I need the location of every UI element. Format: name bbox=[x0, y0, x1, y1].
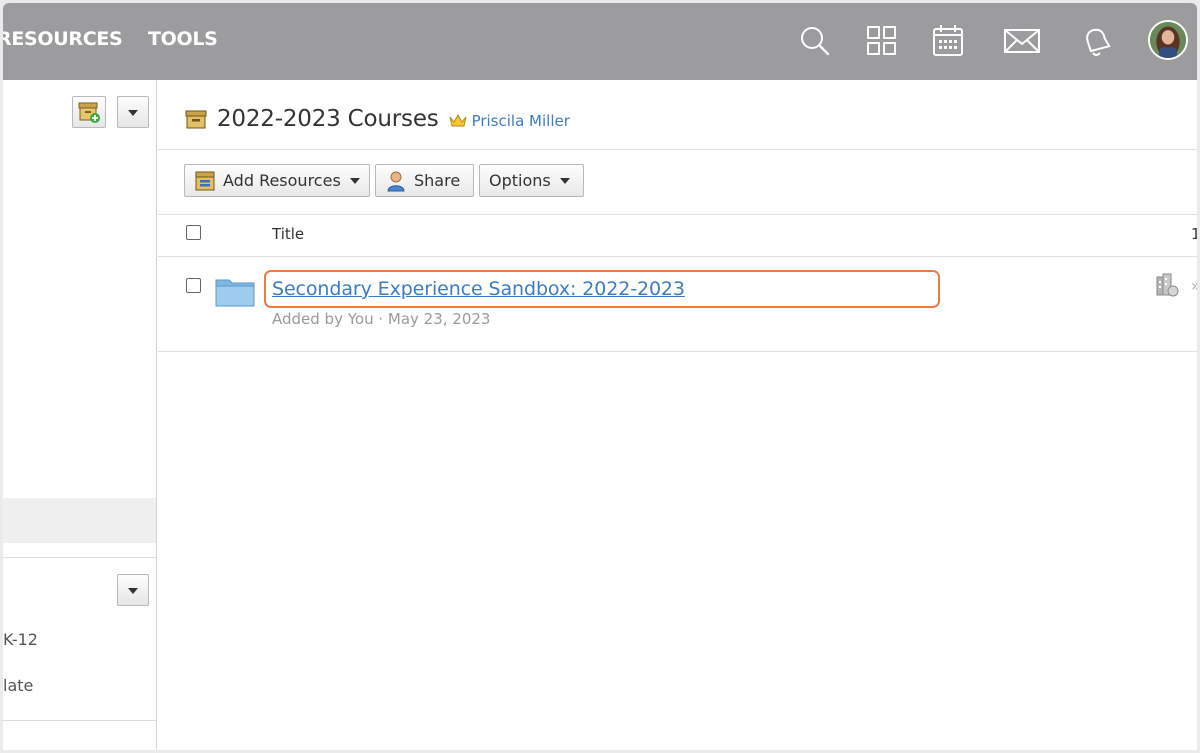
main-content: 2022-2023 Courses Priscila Miller Add Re… bbox=[158, 80, 1197, 750]
options-button[interactable]: Options bbox=[479, 164, 584, 197]
app-window: RESOURCES TOOLS K-12 late 2022-2023 Cour… bbox=[3, 3, 1197, 750]
nav-resources-link[interactable]: RESOURCES bbox=[3, 27, 123, 51]
sidebar-item-late[interactable]: late bbox=[3, 676, 33, 696]
person-share-icon bbox=[387, 171, 405, 191]
sidebar-section-dropdown[interactable] bbox=[117, 574, 149, 606]
page-header: 2022-2023 Courses Priscila Miller bbox=[185, 104, 570, 134]
column-header-title[interactable]: Title bbox=[272, 225, 304, 243]
user-avatar[interactable] bbox=[1148, 20, 1188, 60]
add-resources-label: Add Resources bbox=[223, 171, 341, 190]
chevron-down-icon bbox=[559, 177, 570, 184]
resource-meta: Added by You · May 23, 2023 bbox=[272, 310, 491, 328]
crown-icon bbox=[449, 113, 467, 126]
owner-link[interactable]: Priscila Miller bbox=[472, 112, 570, 130]
chevron-down-icon bbox=[349, 177, 360, 184]
header-divider bbox=[158, 149, 1197, 150]
select-all-checkbox[interactable] bbox=[186, 225, 201, 240]
share-label: Share bbox=[414, 171, 461, 190]
left-sidebar: K-12 late bbox=[3, 80, 157, 750]
focus-highlight bbox=[264, 270, 940, 308]
owner: Priscila Miller bbox=[449, 112, 570, 130]
row-actions-partial[interactable]: » bbox=[1191, 276, 1197, 295]
collection-box-icon bbox=[185, 110, 207, 129]
add-resources-button[interactable]: Add Resources bbox=[184, 164, 370, 197]
sidebar-divider bbox=[3, 557, 156, 558]
options-label: Options bbox=[489, 171, 551, 190]
add-collection-button[interactable] bbox=[72, 96, 106, 128]
sidebar-selected-item[interactable] bbox=[3, 498, 156, 543]
search-icon[interactable] bbox=[798, 23, 832, 59]
sidebar-divider bbox=[3, 720, 156, 721]
apps-grid-icon[interactable] bbox=[865, 23, 899, 59]
notifications-bell-icon[interactable] bbox=[1079, 23, 1113, 59]
top-nav-bar: RESOURCES TOOLS bbox=[3, 3, 1197, 80]
toolbar-divider bbox=[158, 214, 1197, 215]
page-title: 2022-2023 Courses bbox=[217, 106, 439, 132]
sidebar-item-k12[interactable]: K-12 bbox=[3, 630, 38, 650]
table-header-divider bbox=[158, 256, 1197, 257]
nav-tools-link[interactable]: TOOLS bbox=[148, 27, 218, 51]
row-divider bbox=[158, 351, 1197, 352]
collection-box-icon bbox=[195, 171, 215, 190]
collection-options-dropdown[interactable] bbox=[117, 96, 149, 128]
row-checkbox[interactable] bbox=[186, 278, 201, 293]
folder-icon bbox=[215, 279, 255, 307]
column-header-partial: 1 bbox=[1191, 225, 1197, 243]
share-button[interactable]: Share bbox=[375, 164, 474, 197]
calendar-icon[interactable] bbox=[931, 23, 965, 59]
building-icon[interactable] bbox=[1154, 273, 1180, 297]
mail-icon[interactable] bbox=[1003, 23, 1041, 59]
